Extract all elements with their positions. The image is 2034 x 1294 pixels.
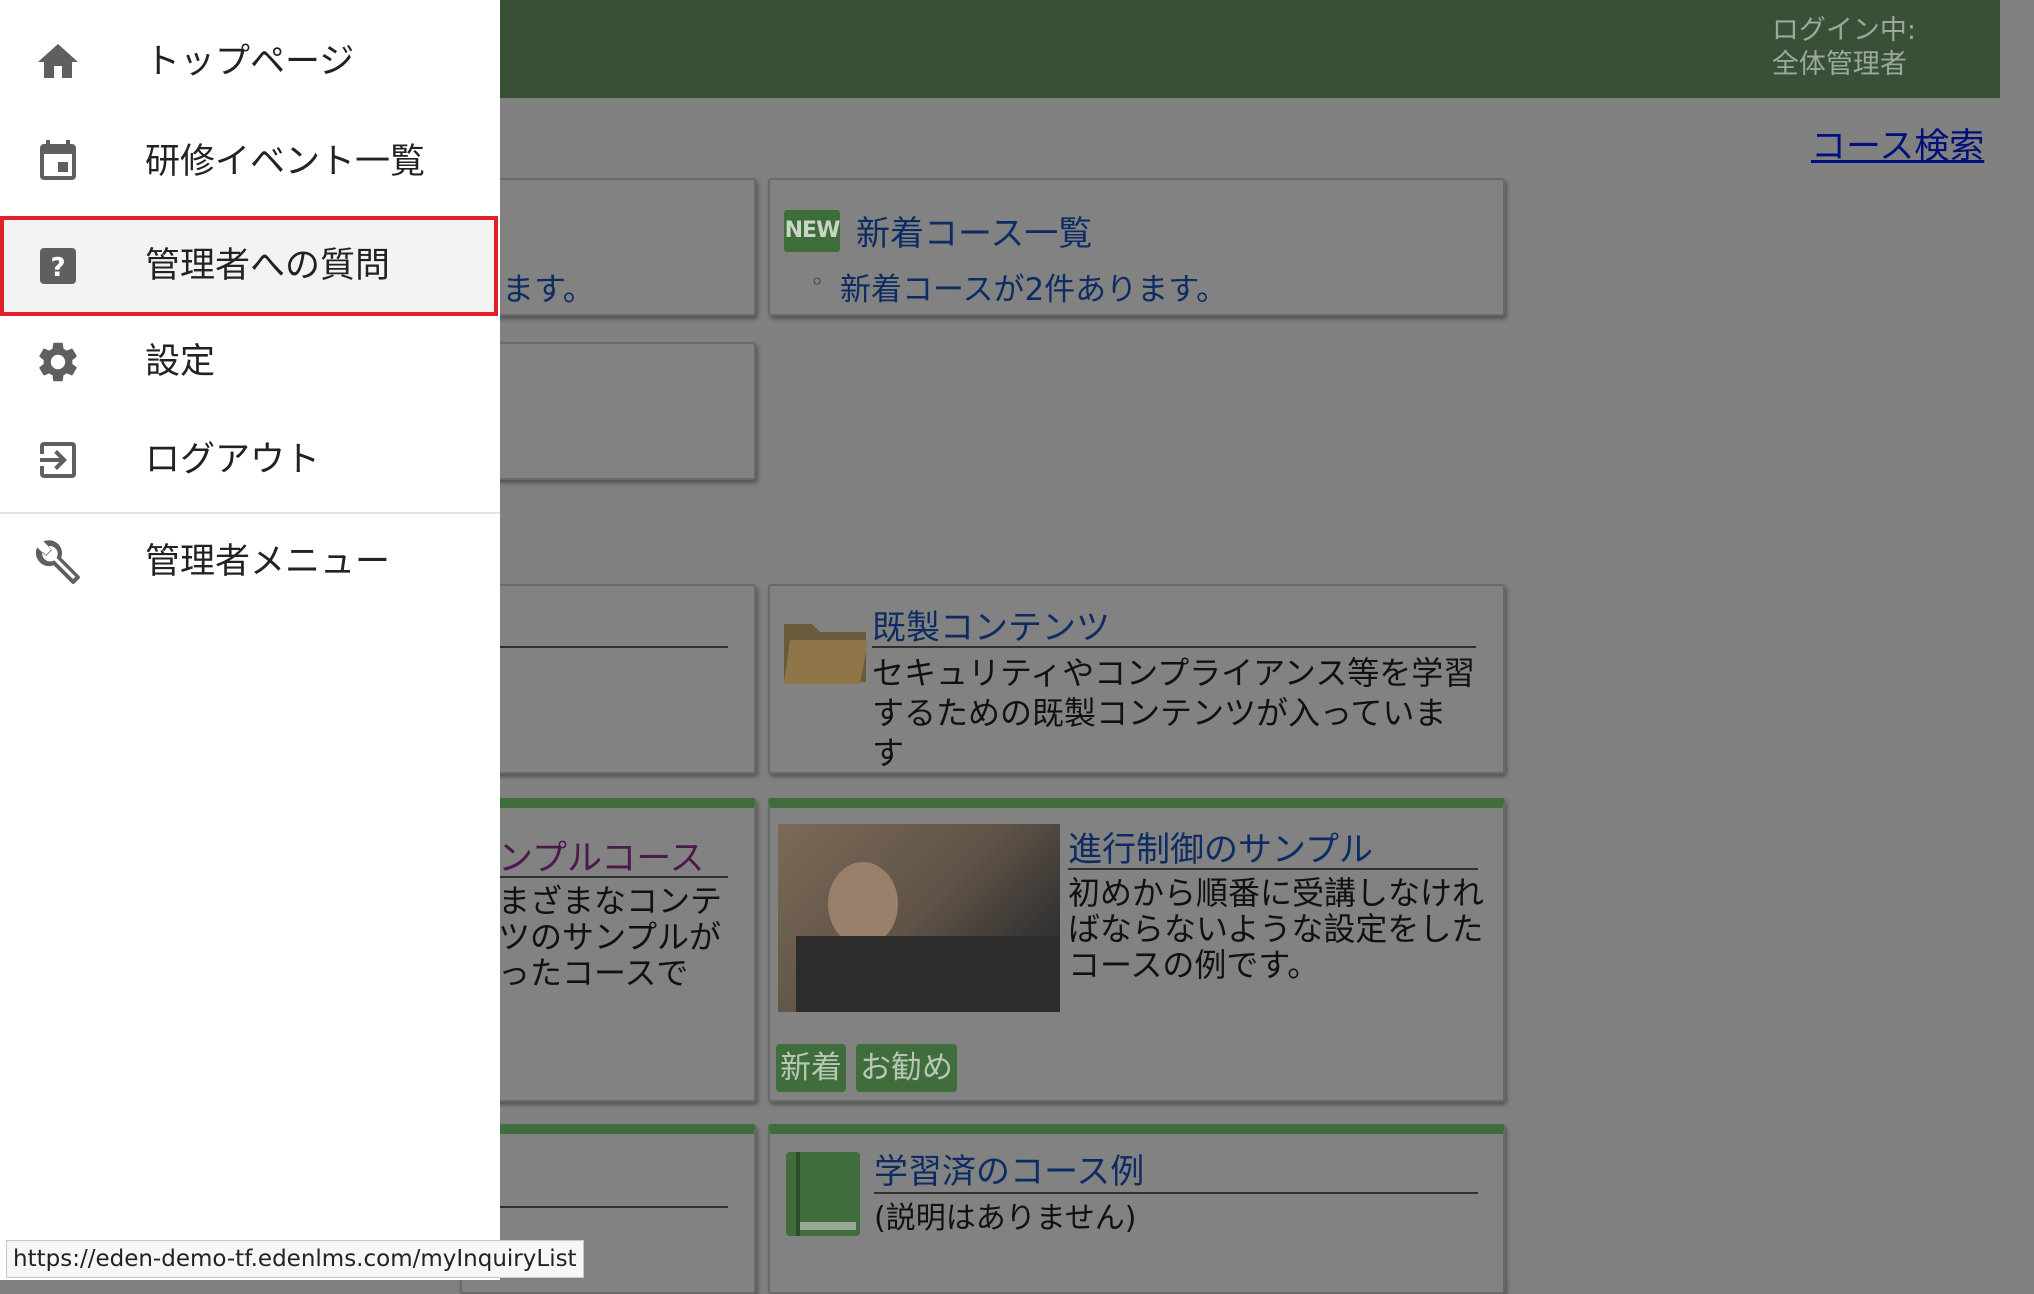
tag-new: 新着 [776,1044,846,1092]
completed-example-title[interactable]: 学習済のコース例 [874,1144,1144,1193]
login-status: ログイン中: 全体管理者 [1772,14,1916,82]
navigation-drawer: トップページ 研修イベント一覧 ? 管理者への質問 設定 ログアウト 管理者メニ… [0,0,500,1280]
partial-info-text: ます。 [502,270,595,308]
menu-item-label: ログアウト [145,440,321,480]
card-sample-course[interactable]: ンプルコース まざまなコンテ ツのサンプルが ったコースで [460,798,756,1102]
ready-made-title[interactable]: 既製コンテンツ [872,600,1110,649]
progress-sample-title[interactable]: 進行制御のサンプル [1068,822,1373,871]
menu-item-label: トップページ [145,42,355,82]
ready-made-desc-3: す [872,734,905,772]
help-icon: ? [40,248,76,284]
new-courses-info[interactable]: 新着コースが2件あります。 [840,264,1227,309]
menu-item-logout[interactable]: ログアウト [0,410,500,510]
user-name: 全体管理者 [1771,49,1907,80]
logout-icon [40,442,76,478]
bullet-icon: ◦ [810,268,825,296]
new-courses-title[interactable]: 新着コース一覧 [856,206,1092,255]
sample-course-desc-1: まざまなコンテ [498,882,723,920]
course-search-link[interactable]: コース検索 [1811,118,1984,169]
menu-item-label: 設定 [145,342,216,382]
card-title-rule [872,646,1476,648]
menu-item-settings[interactable]: 設定 [0,312,500,412]
ready-made-desc-2: するための既製コンテンツが入っていま [872,694,1447,732]
sample-course-desc-2: ツのサンプルが [498,918,722,956]
new-badge-icon: NEW [784,210,840,252]
home-icon [38,44,78,78]
folder-icon [784,624,868,684]
menu-item-training-events[interactable]: 研修イベント一覧 [0,112,500,212]
tag-recommended: お勧め [856,1044,957,1092]
card-partial-ready[interactable] [460,584,756,774]
menu-item-admin-menu[interactable]: 管理者メニュー [0,512,500,612]
progress-sample-desc-2: ばならないような設定をした [1068,910,1484,948]
sample-course-title[interactable]: ンプルコース [498,830,705,881]
card-new-courses[interactable]: NEW 新着コース一覧 ◦ 新着コースが2件あります。 [768,178,1505,316]
gear-icon [39,342,77,382]
card-ready-made[interactable]: 既製コンテンツ セキュリティやコンプライアンス等を学習 するための既製コンテンツ… [768,584,1505,774]
menu-item-admin-questions[interactable]: ? 管理者への質問 [0,216,498,316]
sample-course-desc-3: ったコースで [498,954,689,992]
completed-example-desc: (説明はありません) [874,1201,1137,1236]
progress-sample-desc-3: コースの例です。 [1068,946,1320,984]
monitor-shape [796,936,1060,1012]
card-completed-example[interactable]: 学習済のコース例 (説明はありません) [768,1124,1505,1294]
card-title-rule [1068,868,1478,870]
card-title-rule [462,1206,728,1208]
calendar-icon [40,140,76,180]
card-progress-sample[interactable]: 進行制御のサンプル 初めから順番に受講しなけれ ばならないような設定をした コー… [768,798,1505,1102]
card-title-rule [462,646,728,648]
wrench-icon [35,540,80,584]
menu-item-label: 管理者メニュー [145,542,391,582]
person-face [828,862,898,946]
menu-item-label: 管理者への質問 [145,246,391,286]
ready-made-desc-1: セキュリティやコンプライアンス等を学習 [872,654,1476,692]
book-icon [786,1152,860,1236]
svg-text:?: ? [50,253,65,283]
menu-item-top-page[interactable]: トップページ [0,12,500,112]
progress-sample-desc-1: 初めから順番に受講しなけれ [1068,874,1485,912]
course-thumbnail [778,824,1060,1012]
card-title-rule [874,1192,1478,1194]
card-partial-empty[interactable] [460,342,756,480]
menu-item-label: 研修イベント一覧 [145,142,426,182]
login-label: ログイン中: [1771,15,1916,46]
status-bar-url: https://eden-demo-tf.edenlms.com/myInqui… [6,1240,584,1278]
card-partial-top[interactable]: ます。 [460,178,756,316]
card-title-rule [462,876,728,878]
